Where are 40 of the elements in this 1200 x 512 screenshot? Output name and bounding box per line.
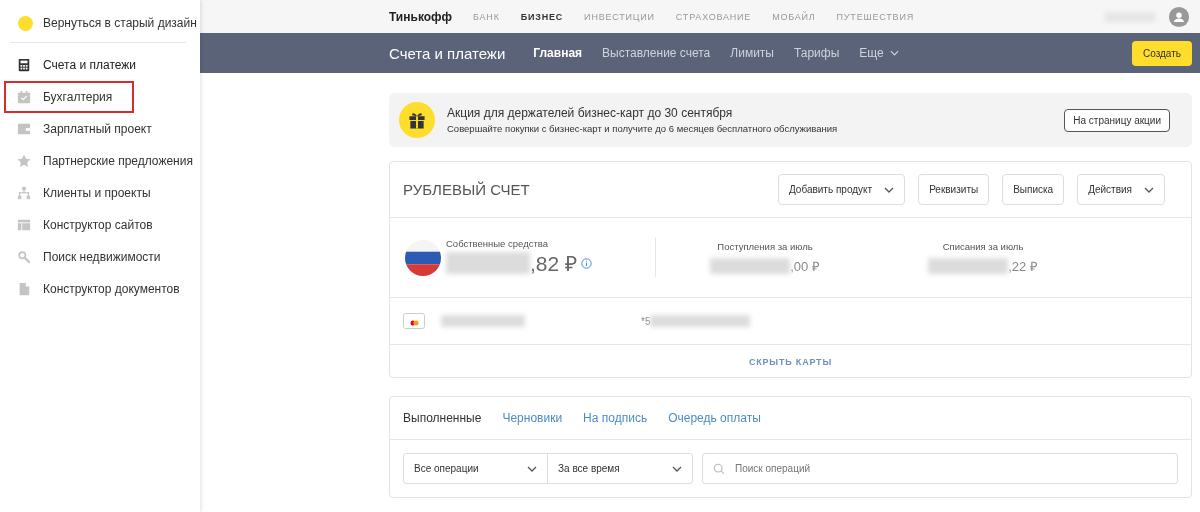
section-tab[interactable]: Выставление счета <box>602 46 711 60</box>
old-design-link[interactable]: Вернуться в старый дизайн <box>0 13 200 33</box>
stat-amount: ,00 ₽ <box>790 257 820 275</box>
operations-tab[interactable]: Очередь оплаты <box>668 411 761 425</box>
account-action-button[interactable]: Выписка <box>1002 174 1065 205</box>
more-menu[interactable]: Еще <box>859 46 899 60</box>
search-field[interactable]: Поиск операций <box>702 453 1178 484</box>
account-title: РУБЛЕВЫЙ СЧЕТ <box>403 181 530 198</box>
stat-label: Списания за июль <box>942 240 1024 252</box>
account-action-button[interactable]: Реквизиты <box>918 174 990 205</box>
section-title: Счета и платежи <box>389 44 506 62</box>
sidebar-item[interactable]: Конструктор сайтов <box>0 209 196 241</box>
operations-tab[interactable]: Выполненные <box>403 411 482 425</box>
account-action-button[interactable]: Добавить продукт <box>777 174 906 205</box>
brand-logo[interactable]: Тинькофф <box>389 9 453 24</box>
operations-tab[interactable]: Черновики <box>502 411 563 425</box>
account-action-button[interactable]: Действия <box>1077 174 1165 205</box>
section-tab[interactable]: Главная <box>533 46 583 60</box>
card-number: *5 <box>641 315 651 327</box>
promo-text: Совершайте покупки с бизнес-карт и получите до 6 месяцев бесплатного обслуживания <box>447 123 839 134</box>
balance-amount: ,82 ₽ <box>530 251 578 277</box>
create-button[interactable]: Создать <box>1132 40 1192 66</box>
promo-button[interactable]: На страницу акции <box>1064 108 1170 132</box>
operations-tab[interactable]: На подпись <box>583 411 648 425</box>
sidebar-item[interactable]: Клиенты и проекты <box>0 177 196 209</box>
sidebar-item[interactable]: Поиск недвижимости <box>0 241 196 273</box>
sidebar-item[interactable]: Зарплатный проект <box>0 113 196 145</box>
sidebar-item[interactable]: Бухгалтерия <box>4 81 134 113</box>
balance-label: Собственные средства <box>446 238 550 249</box>
nav-link[interactable]: БИЗНЕС <box>520 11 564 22</box>
filter-dropdown[interactable]: За все время <box>548 454 692 483</box>
section-tab[interactable]: Тарифы <box>793 46 840 60</box>
sidebar-item[interactable]: Партнерские предложения <box>0 145 196 177</box>
stat-amount: ,22 ₽ <box>1008 257 1038 275</box>
section-tab[interactable]: Лимиты <box>730 46 774 60</box>
filter-dropdown[interactable]: Все операции <box>404 454 548 483</box>
sidebar-item[interactable]: Конструктор документов <box>0 273 196 305</box>
stat-label: Поступления за июль <box>717 240 813 252</box>
promo-title: Акция для держателей бизнес-карт до 30 сентября <box>447 106 734 120</box>
sidebar-item[interactable]: Счета и платежи <box>0 49 196 81</box>
